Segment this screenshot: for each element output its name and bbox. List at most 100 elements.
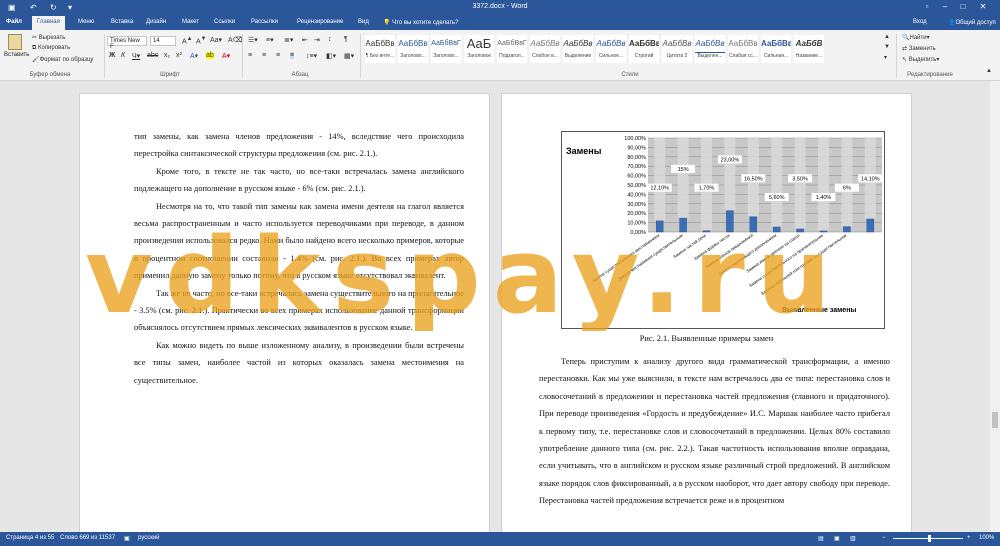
font-color-icon[interactable]: A▾ [222,52,230,60]
y-tick-label: 60,00% [627,174,646,180]
zoom-in-icon[interactable]: + [967,535,971,541]
decrease-indent-icon[interactable]: ⇤ [302,36,308,44]
styles-scroll-down-icon[interactable]: ▼ [884,44,890,50]
underline-icon[interactable]: Ч▾ [132,52,140,60]
maximize-icon[interactable]: □ [956,2,970,14]
align-center-icon[interactable]: ≡ [262,52,266,59]
italic-icon[interactable]: К [121,52,125,59]
tab-view[interactable]: Вид [358,19,369,25]
bar [796,228,804,233]
vertical-scrollbar[interactable] [990,81,1000,532]
style-name: Сильное... [598,53,624,59]
multilevel-list-icon[interactable]: ≣▾ [284,36,293,44]
borders-icon[interactable]: ▦▾ [344,52,354,60]
increase-indent-icon[interactable]: ⇥ [314,36,320,44]
text-effects-icon[interactable]: A▾ [190,52,198,60]
ribbon-tabs: Файл Главная Меню Вставка Дизайн Макет С… [0,16,1000,30]
style-intense-emphasis[interactable]: АаБбВв Сильное... [595,34,627,64]
tell-me-search[interactable]: 💡 Что вы хотите сделать? [383,19,458,26]
copy-button[interactable]: ⧉ Копировать [32,45,70,52]
y-tick-label: 90,00% [627,145,646,151]
style-heading-2[interactable]: АаБбВвГ Заголово... [430,34,462,64]
chart-figure[interactable]: Замены Выявленные замены 100,00% 90,00% 80… [561,131,885,329]
font-name-select[interactable]: Times New F [107,36,147,50]
divider [104,34,105,78]
zoom-out-icon[interactable]: − [882,535,886,541]
style-strong[interactable]: АаБбВв Строгий [628,34,660,64]
share-button[interactable]: 👤Общий доступ [948,19,996,26]
web-layout-icon[interactable]: ▥ [850,535,856,542]
align-right-icon[interactable]: ≡ [276,52,280,59]
ribbon-display-icon[interactable]: ▫ [920,2,934,14]
proofing-icon[interactable]: ▣ [124,535,130,542]
shrink-font-icon[interactable]: A▼ [196,36,206,45]
language[interactable]: русский [138,535,160,541]
numbering-icon[interactable]: ≡▾ [266,36,274,44]
scrollbar-thumb[interactable] [992,412,998,428]
font-size-select[interactable]: 14 [150,36,176,46]
justify-icon[interactable]: ≡ [290,52,295,59]
style-quote-2[interactable]: АаБбВв Цитата 2 [661,34,693,64]
line-spacing-icon[interactable]: ↕≡▾ [306,52,317,60]
tab-insert[interactable]: Вставка [111,19,133,25]
style-name: Выделен... [697,53,723,59]
word-count[interactable]: Слово 669 из 11537 [60,535,115,541]
tab-review[interactable]: Рецензирование [297,19,343,25]
tab-mailings[interactable]: Рассылки [251,19,278,25]
clear-format-icon[interactable]: A⌫ [228,36,243,44]
style-intense-reference[interactable]: АаБбВв Сильная... [760,34,792,64]
style-heading-1[interactable]: АаБбВв Заголово... [397,34,429,64]
style-subtle-emphasis[interactable]: АаБбВв Слабое в... [529,34,561,64]
clipboard-icon [8,34,22,50]
find-button[interactable]: 🔍Найти▾ [902,34,930,41]
read-mode-icon[interactable]: ▤ [818,535,824,542]
shading-icon[interactable]: ◧▾ [326,52,336,60]
tab-file[interactable]: Файл [6,19,22,25]
style-book-title[interactable]: АаБбВ Название... [793,34,825,64]
collapse-ribbon-icon[interactable]: ▲ [986,68,992,74]
page-count[interactable]: Страница 4 из 55 [6,535,54,541]
style-preview: АаБбВв [398,39,428,48]
print-layout-icon[interactable]: ▣ [834,535,840,542]
y-tick-label: 20,00% [627,211,646,217]
grow-font-icon[interactable]: A▲ [182,36,192,45]
tell-me-label: Что вы хотите сделать? [392,20,459,26]
status-bar: Страница 4 из 55 Слово 669 из 11537 ▣ ру… [0,532,1000,546]
style-title[interactable]: АаБ Заголовок [463,34,495,64]
style-emphasis[interactable]: АаБбВв Выделение [562,34,594,64]
change-case-icon[interactable]: Aa▾ [210,36,222,44]
tab-design[interactable]: Дизайн [146,19,166,25]
styles-scroll-up-icon[interactable]: ▲ [884,34,890,40]
strikethrough-icon[interactable]: abc [147,52,158,59]
subscript-icon[interactable]: x₂ [164,52,170,59]
tab-layout[interactable]: Макет [182,19,199,25]
bullets-icon[interactable]: ☰▾ [248,36,258,44]
minimize-icon[interactable]: – [938,2,952,14]
paragraph: Кроме того, в тексте не так часто, но вс… [134,166,464,194]
style-no-spacing[interactable]: АаБбВв ¶ Без инте... [364,34,396,64]
bar-column-background [724,138,736,211]
paste-button[interactable]: Вставить [4,34,29,64]
select-button[interactable]: ↖ Выделить▾ [902,56,939,63]
superscript-icon[interactable]: x² [176,52,182,59]
style-subtle-reference[interactable]: АаБбВв Слабая сс... [727,34,759,64]
tab-menu[interactable]: Меню [78,19,94,25]
sign-in-link[interactable]: Вход [913,19,927,25]
tab-references[interactable]: Ссылки [214,19,235,25]
styles-more-icon[interactable]: ▾ [884,54,887,61]
tab-home[interactable]: Главная [32,16,65,30]
close-icon[interactable]: ✕ [976,2,990,14]
zoom-slider-thumb[interactable] [928,535,931,542]
zoom-level[interactable]: 100% [979,535,994,541]
cut-button[interactable]: ✂ Вырезать [32,34,65,41]
pilcrow-icon[interactable]: ¶ [344,36,348,43]
align-left-icon[interactable]: ≡ [248,52,252,59]
bold-icon[interactable]: Ж [109,52,115,59]
style-subtitle[interactable]: АаБбВвГ Подзагол... [496,34,528,64]
format-painter-button[interactable]: 🖌Формат по образцу [32,56,93,63]
style-intense-quote[interactable]: АаБбВв Выделен... [694,34,726,64]
sort-icon[interactable]: ↕ [328,36,332,43]
highlight-icon[interactable]: ab [206,52,214,59]
replace-button[interactable]: ⇄ Заменить [902,45,936,52]
document-title: 3372.docx - Word [472,3,528,10]
